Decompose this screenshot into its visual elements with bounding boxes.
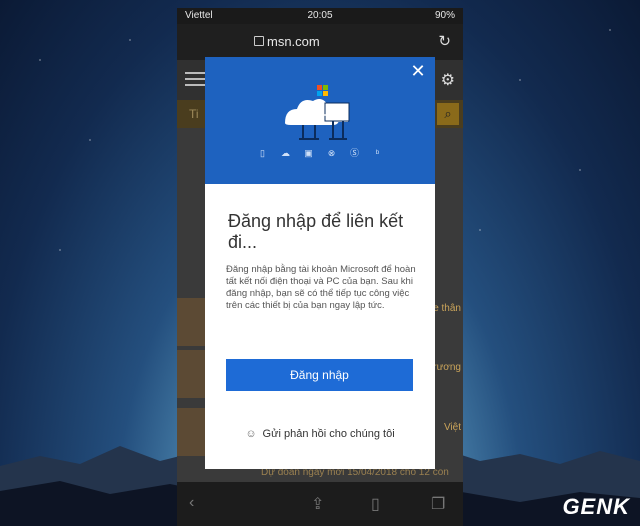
bing-icon: ᵇ	[375, 148, 380, 158]
skype-icon: Ⓢ	[349, 148, 359, 158]
genk-logo: GENK	[562, 494, 630, 519]
search-icon[interactable]: ⌕	[437, 103, 459, 125]
xbox-icon: ⊗	[327, 148, 336, 158]
dialog-description: Đăng nhập bằng tài khoản Microsoft để ho…	[226, 264, 416, 311]
tabs-icon[interactable]: ❐	[431, 494, 445, 514]
dialog-hero: ✕ ▯ ☁ ▣ ⊗ Ⓢᵇ	[205, 57, 435, 184]
outlook-icon: ▣	[304, 148, 313, 158]
url-text[interactable]: msn.com	[267, 34, 320, 49]
search-placeholder: Ti	[189, 107, 199, 121]
news-snippet: rương	[433, 362, 461, 373]
browser-url-bar[interactable]: msn.com ↻	[177, 24, 463, 60]
signin-button[interactable]: Đăng nhập	[226, 359, 413, 391]
news-thumbnail[interactable]	[177, 350, 205, 398]
back-icon[interactable]: ‹	[189, 494, 194, 512]
close-icon[interactable]: ✕	[409, 62, 427, 80]
feedback-link[interactable]: ☺ Gửi phản hồi cho chúng tôi	[205, 428, 435, 440]
news-thumbnail[interactable]	[177, 298, 205, 346]
onedrive-icon: ☁	[281, 148, 290, 158]
feedback-label: Gửi phản hồi cho chúng tôi	[262, 428, 395, 440]
signin-dialog: ✕ ▯ ☁ ▣ ⊗ Ⓢᵇ Đăng nhập để liên kết đi... Đăn…	[205, 57, 435, 469]
status-bar: Viettel 20:05 90%	[177, 8, 463, 24]
browser-toolbar: ‹ ⇪ ▯ ❐	[177, 482, 463, 526]
menu-icon[interactable]	[185, 72, 205, 86]
gear-icon[interactable]: ⚙	[441, 70, 455, 90]
news-snippet: Việt	[443, 422, 461, 433]
share-icon[interactable]: ⇪	[311, 494, 324, 514]
news-snippet: e thân	[433, 303, 461, 314]
app-icons-row: ▯ ☁ ▣ ⊗ Ⓢᵇ	[205, 146, 435, 159]
bookmarks-icon[interactable]: ▯	[371, 494, 380, 514]
office-icon: ▯	[260, 148, 265, 158]
news-thumbnail[interactable]	[177, 408, 205, 456]
lock-icon	[254, 36, 264, 46]
reload-icon[interactable]: ↻	[438, 32, 451, 50]
dialog-title: Đăng nhập để liên kết đi...	[228, 211, 404, 252]
clock-label: 20:05	[307, 10, 333, 21]
feedback-icon: ☺	[245, 428, 257, 440]
cloud-pc-illustration	[285, 85, 350, 140]
battery-label: 90%	[434, 10, 455, 21]
